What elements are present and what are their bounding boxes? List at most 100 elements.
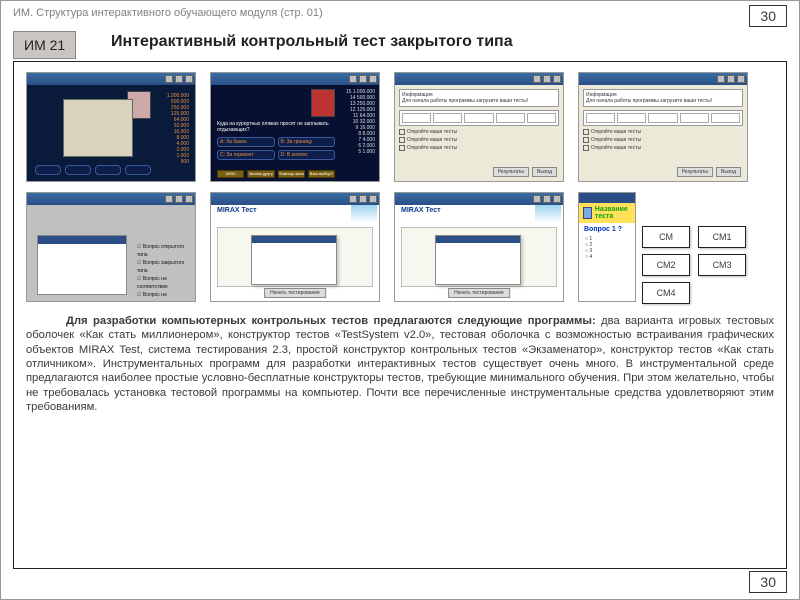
answer-slots bbox=[35, 165, 151, 175]
test-window: Название теста Вопрос 1 ? ○ 1 ○ 2 ○ 3 ○ … bbox=[578, 192, 636, 302]
start-test-button: Начать тестирование bbox=[448, 288, 510, 298]
thumbnail-row-2: Вопрос открытого типа Вопрос закрытого т… bbox=[26, 192, 774, 304]
maximize-icon bbox=[175, 195, 183, 203]
checkbox-icon bbox=[583, 145, 589, 151]
minimize-icon bbox=[349, 75, 357, 83]
maximize-icon bbox=[727, 75, 735, 83]
checkbox-icon bbox=[399, 129, 405, 135]
results-button: Результаты bbox=[677, 167, 713, 177]
cm-button[interactable]: СМ1 bbox=[698, 226, 746, 248]
close-icon bbox=[737, 75, 745, 83]
minimize-icon bbox=[349, 195, 357, 203]
maximize-icon bbox=[359, 75, 367, 83]
prize-ladder: 1.000.000 500.000 250.000 125.000 64.000… bbox=[155, 93, 189, 165]
module-badge: ИМ 21 bbox=[13, 31, 76, 59]
test-header: Название теста bbox=[579, 203, 635, 223]
thumb-test-with-cm: Название теста Вопрос 1 ? ○ 1 ○ 2 ○ 3 ○ … bbox=[578, 192, 743, 304]
exit-button: Выход bbox=[716, 167, 741, 177]
host-photo bbox=[311, 89, 335, 117]
option-a: A: За бакен bbox=[217, 137, 275, 147]
window-titlebar bbox=[27, 73, 195, 85]
mirax-logo: MIRAX Тест bbox=[217, 207, 257, 214]
answer-options: A: За бакен B: За границу C: За горизонт… bbox=[217, 137, 335, 160]
test-row: Откройте ваши тесты bbox=[399, 137, 559, 143]
list-item: Вопрос на упорядочение bbox=[137, 291, 195, 302]
thumb-testsystem-alt: Информация Для начала работы программы з… bbox=[578, 72, 748, 182]
lifeline-audience: Помощь зала bbox=[278, 170, 305, 178]
test-title: Название теста bbox=[595, 206, 631, 220]
lifeline-phone: Звонок другу bbox=[247, 170, 274, 178]
modal-dialog bbox=[435, 235, 521, 285]
minimize-icon bbox=[717, 75, 725, 83]
page: ИМ. Структура интерактивного обучающего … bbox=[0, 0, 800, 600]
question-label: Вопрос 1 ? bbox=[579, 223, 635, 236]
thumbnail-row-1: 1.000.000 500.000 250.000 125.000 64.000… bbox=[26, 72, 774, 182]
checkbox-icon bbox=[399, 145, 405, 151]
test-row: Откройте ваши тесты bbox=[583, 137, 743, 143]
doc-header-label: ИМ. Структура интерактивного обучающего … bbox=[13, 7, 323, 19]
window-titlebar bbox=[579, 73, 747, 85]
results-button: Результаты bbox=[493, 167, 529, 177]
close-icon bbox=[185, 75, 193, 83]
fields-group bbox=[399, 110, 559, 126]
lifeline-choice: Ваш выбор? bbox=[308, 170, 335, 178]
option-b: B: За границу bbox=[278, 137, 336, 147]
thumb-mirax-alt: MIRAX Тест Начать тестирование bbox=[394, 192, 564, 302]
close-icon bbox=[553, 75, 561, 83]
inner-panel bbox=[37, 235, 127, 295]
page-number-bottom: 30 bbox=[749, 571, 787, 593]
palm-image bbox=[535, 205, 561, 223]
maximize-icon bbox=[359, 195, 367, 203]
lifeline-5050: 50/50 bbox=[217, 170, 244, 178]
minimize-icon bbox=[165, 195, 173, 203]
window-titlebar bbox=[395, 73, 563, 85]
window-titlebar bbox=[579, 193, 635, 203]
question-type-list: Вопрос открытого типа Вопрос закрытого т… bbox=[137, 243, 195, 302]
close-icon bbox=[553, 195, 561, 203]
mirax-logo: MIRAX Тест bbox=[401, 207, 441, 214]
test-row: Откройте ваши тесты bbox=[399, 145, 559, 151]
thumb-grey-editor: Вопрос открытого типа Вопрос закрытого т… bbox=[26, 192, 196, 302]
list-item: Вопрос закрытого типа bbox=[137, 259, 195, 275]
window-titlebar bbox=[211, 73, 379, 85]
body-lead: Для разработки компьютерных контрольных … bbox=[66, 315, 596, 327]
exit-button: Выход bbox=[532, 167, 557, 177]
field-grid bbox=[402, 113, 556, 123]
body-rest: два варианта игровых тестовых оболочек «… bbox=[26, 315, 774, 413]
info-group: Информация Для начала работы программы з… bbox=[583, 89, 743, 107]
close-icon bbox=[185, 195, 193, 203]
minimize-icon bbox=[533, 195, 541, 203]
thumb-millionaire-2: 15 1.000.000 14 500.000 13 250.000 12 12… bbox=[210, 72, 380, 182]
lifelines: 50/50 Звонок другу Помощь зала Ваш выбор… bbox=[217, 170, 335, 178]
cm-button[interactable]: СМ3 bbox=[698, 254, 746, 276]
list-item: Вопрос открытого типа bbox=[137, 243, 195, 259]
palm-image bbox=[351, 205, 377, 223]
list-item: Вопрос на соответствие bbox=[137, 275, 195, 291]
thumb-testsystem: Информация Для начала работы программы з… bbox=[394, 72, 564, 182]
close-icon bbox=[369, 195, 377, 203]
page-title: Интерактивный контрольный тест закрытого… bbox=[111, 33, 513, 51]
cm-button[interactable]: СМ bbox=[642, 226, 690, 248]
info-group: Информация Для начала работы программы з… bbox=[399, 89, 559, 107]
maximize-icon bbox=[543, 75, 551, 83]
prize-ladder: 15 1.000.000 14 500.000 13 250.000 12 12… bbox=[339, 89, 375, 155]
cm-button-group: СМ СМ1 СМ2 СМ3 СМ4 bbox=[642, 192, 746, 304]
page-number-top: 30 bbox=[749, 5, 787, 27]
question-text: Куда на курортных пляжах просят не заплы… bbox=[217, 121, 335, 133]
minimize-icon bbox=[533, 75, 541, 83]
field-grid bbox=[586, 113, 740, 123]
checkbox-icon bbox=[583, 137, 589, 143]
option-c: C: За горизонт bbox=[217, 150, 275, 160]
test-icon bbox=[583, 207, 592, 219]
cm-button[interactable]: СМ4 bbox=[642, 282, 690, 304]
window-titlebar bbox=[395, 193, 563, 205]
start-test-button: Начать тестирование bbox=[264, 288, 326, 298]
cm-button[interactable]: СМ2 bbox=[642, 254, 690, 276]
window-titlebar bbox=[211, 193, 379, 205]
content-frame: 1.000.000 500.000 250.000 125.000 64.000… bbox=[13, 61, 787, 569]
minimize-icon bbox=[165, 75, 173, 83]
modal-dialog bbox=[251, 235, 337, 285]
window-titlebar bbox=[27, 193, 195, 205]
answer-option: ○ 4 bbox=[585, 254, 629, 260]
info-text: Для начала работы программы загрузите ва… bbox=[586, 98, 740, 104]
